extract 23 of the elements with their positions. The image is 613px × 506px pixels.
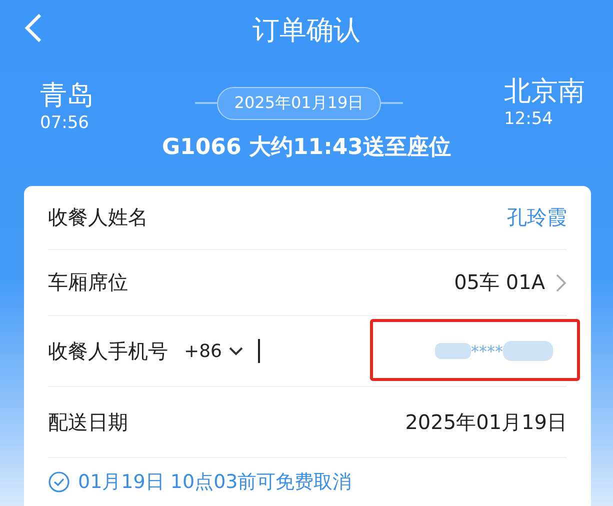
delivery-summary: G1066 大约11:43送至座位 (161, 134, 452, 162)
check-circle-icon (48, 471, 70, 493)
chevron-icon[interactable] (555, 272, 567, 292)
seat-value: 05车 01A (454, 269, 545, 296)
arrival-station: 北京南 (504, 76, 585, 108)
blurred-text (503, 341, 553, 361)
field-label: 配送日期 (48, 408, 128, 436)
masked-phone: **** (471, 342, 503, 360)
blurred-text (435, 343, 471, 359)
caret-icon (228, 346, 244, 356)
text-cursor (258, 339, 260, 363)
field-label: 收餐人手机号 (48, 338, 168, 364)
country-code-select[interactable]: +86 (184, 340, 244, 362)
field-label: 收餐人姓名 (48, 204, 148, 231)
page-title: 订单确认 (252, 14, 360, 48)
arrival-time: 12:54 (504, 108, 553, 130)
field-label: 车厢席位 (48, 269, 128, 296)
back-icon[interactable] (22, 12, 44, 44)
cancel-notice: 01月19日 10点03前可免费取消 (78, 470, 352, 495)
delivery-date: 2025年01月19日 (405, 408, 567, 436)
date-pill: 2025年01月19日 (217, 86, 381, 120)
departure-time: 07:56 (40, 112, 90, 134)
departure-station: 青岛 (40, 80, 94, 112)
